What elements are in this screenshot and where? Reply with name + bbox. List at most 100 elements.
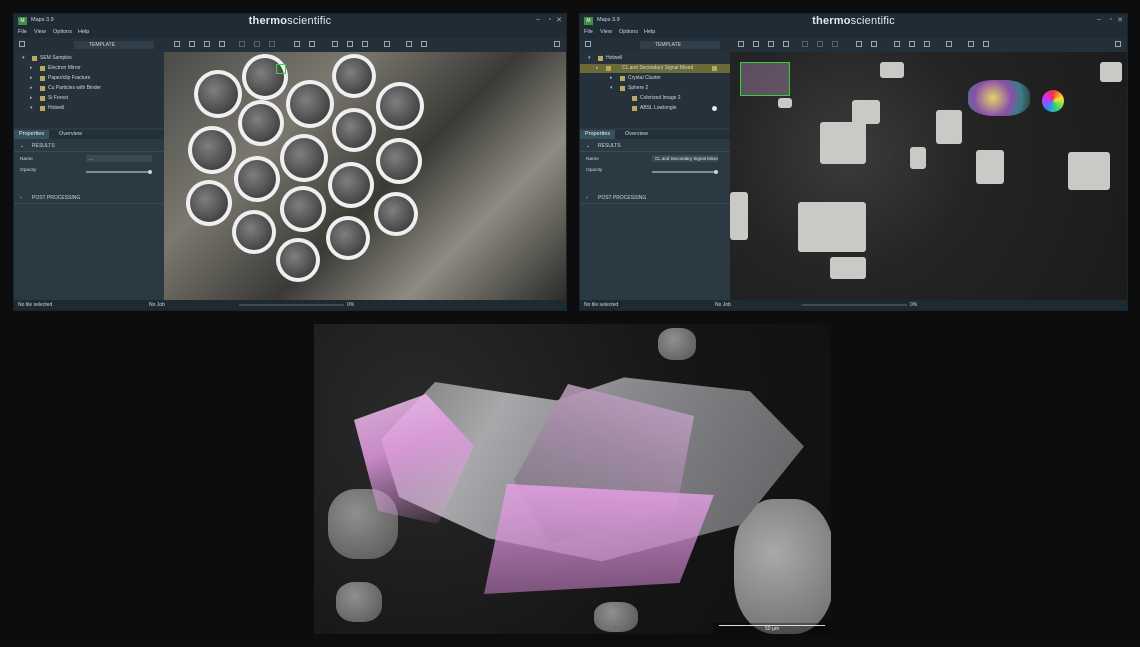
document-icon[interactable] [871, 41, 877, 47]
sample-stub[interactable] [328, 162, 374, 208]
tool-icon[interactable] [254, 41, 260, 47]
grid-icon[interactable] [924, 41, 930, 47]
crosshair-icon[interactable] [174, 41, 180, 47]
sample-stub[interactable] [326, 216, 370, 260]
menu-help[interactable]: Help [78, 29, 89, 35]
maximize-icon[interactable]: ▫ [1110, 16, 1112, 23]
tree-row[interactable]: ▾ Sphere 2 [580, 84, 730, 93]
layers-icon[interactable] [384, 41, 390, 47]
name-field[interactable]: ... [86, 155, 152, 162]
minimize-icon[interactable]: – [1097, 16, 1101, 23]
ruler-icon[interactable] [753, 41, 759, 47]
menu-view[interactable]: View [600, 29, 612, 35]
minimize-icon[interactable]: – [536, 16, 540, 23]
tree-row[interactable]: ▸ Paper/clip Fracture [14, 74, 164, 83]
expand-icon[interactable] [347, 41, 353, 47]
sample-stub[interactable] [332, 54, 376, 98]
tool-icon[interactable] [269, 41, 275, 47]
brand-logo: thermoscientific [812, 15, 895, 27]
opacity-label: Opacity [586, 168, 603, 173]
tree-row[interactable]: ▾ Hotwell [580, 54, 730, 63]
tree-row[interactable]: ▸ Electron Mirror [14, 64, 164, 73]
sample-stub[interactable] [188, 126, 236, 174]
grid-icon[interactable] [362, 41, 368, 47]
panel-toggle-icon[interactable] [585, 41, 591, 47]
tab-overview[interactable]: Overview [620, 130, 653, 139]
tool-icon[interactable] [239, 41, 245, 47]
sample-stub[interactable] [238, 100, 284, 146]
tool-icon[interactable] [817, 41, 823, 47]
menu-help[interactable]: Help [644, 29, 655, 35]
menu-options[interactable]: Options [619, 29, 638, 35]
template-selector[interactable]: TEMPLATE [640, 41, 720, 49]
opacity-slider[interactable] [86, 171, 150, 173]
tree-row[interactable]: ▸ Si Forest [14, 94, 164, 103]
template-selector[interactable]: TEMPLATE [74, 41, 154, 49]
ruler-icon[interactable] [189, 41, 195, 47]
view-icon[interactable] [421, 41, 427, 47]
opacity-slider[interactable] [652, 171, 716, 173]
menu-options[interactable]: Options [53, 29, 72, 35]
tree-row[interactable]: ▾ SEM Samples [14, 54, 164, 63]
sample-stub[interactable] [186, 180, 232, 226]
settings-icon[interactable] [1115, 41, 1121, 47]
fit-icon[interactable] [894, 41, 900, 47]
tree-row[interactable]: ABSL Lowlongle [580, 104, 730, 113]
results-section[interactable]: ⌄ RESULTS [14, 141, 164, 152]
expand-icon[interactable] [909, 41, 915, 47]
sample-stub[interactable] [194, 70, 242, 118]
fit-icon[interactable] [332, 41, 338, 47]
image-viewport[interactable] [730, 52, 1127, 300]
tool-icon[interactable] [802, 41, 808, 47]
tree-row[interactable]: ▸ Cu Particles with Binder [14, 84, 164, 93]
play-icon[interactable] [294, 41, 300, 47]
sample-stub[interactable] [280, 134, 328, 182]
sample-stub[interactable] [280, 186, 326, 232]
tab-overview[interactable]: Overview [54, 130, 87, 139]
tree-row[interactable]: ▾ Hotwell [14, 104, 164, 113]
opacity-knob[interactable] [714, 170, 718, 174]
menu-file[interactable]: File [18, 29, 27, 35]
sample-stub[interactable] [276, 238, 320, 282]
sample-stub[interactable] [376, 82, 424, 130]
tree-row[interactable]: ▸ Crystal Cluster [580, 74, 730, 83]
results-section[interactable]: ⌄ RESULTS [580, 141, 730, 152]
view-icon[interactable] [968, 41, 974, 47]
settings-icon[interactable] [554, 41, 560, 47]
menu-view[interactable]: View [34, 29, 46, 35]
visibility-icon[interactable] [712, 106, 717, 111]
document-icon[interactable] [309, 41, 315, 47]
angle-icon[interactable] [768, 41, 774, 47]
view-icon[interactable] [983, 41, 989, 47]
sample-stub[interactable] [234, 156, 280, 202]
tree-row[interactable]: Colorized Image 2 [580, 94, 730, 103]
sample-stub[interactable] [242, 54, 288, 100]
tab-properties[interactable]: Properties [580, 130, 616, 139]
tab-properties[interactable]: Properties [14, 130, 50, 139]
layers-icon[interactable] [946, 41, 952, 47]
zoom-icon[interactable] [219, 41, 225, 47]
close-icon[interactable]: ✕ [556, 16, 562, 24]
play-icon[interactable] [856, 41, 862, 47]
selected-tile-outline[interactable] [740, 62, 790, 96]
image-viewport[interactable] [164, 52, 566, 300]
name-field[interactable]: CL and Secondary Signal Mixed [652, 155, 718, 162]
zoom-icon[interactable] [783, 41, 789, 47]
sample-stub[interactable] [376, 138, 422, 184]
close-icon[interactable]: ✕ [1117, 16, 1123, 24]
crosshair-icon[interactable] [738, 41, 744, 47]
sample-stub[interactable] [332, 108, 376, 152]
tree-row-selected[interactable]: ▸ CL and Secondary Signal Mixed [580, 64, 730, 73]
maximize-icon[interactable]: ▫ [549, 16, 551, 23]
sample-stub[interactable] [232, 210, 276, 254]
post-processing-section[interactable]: › POST PROCESSING [14, 193, 164, 204]
sample-stub[interactable] [374, 192, 418, 236]
sample-stub[interactable] [286, 80, 334, 128]
view-icon[interactable] [406, 41, 412, 47]
angle-icon[interactable] [204, 41, 210, 47]
post-processing-section[interactable]: › POST PROCESSING [580, 193, 730, 204]
panel-toggle-icon[interactable] [19, 41, 25, 47]
opacity-knob[interactable] [148, 170, 152, 174]
tool-icon[interactable] [832, 41, 838, 47]
menu-file[interactable]: File [584, 29, 593, 35]
